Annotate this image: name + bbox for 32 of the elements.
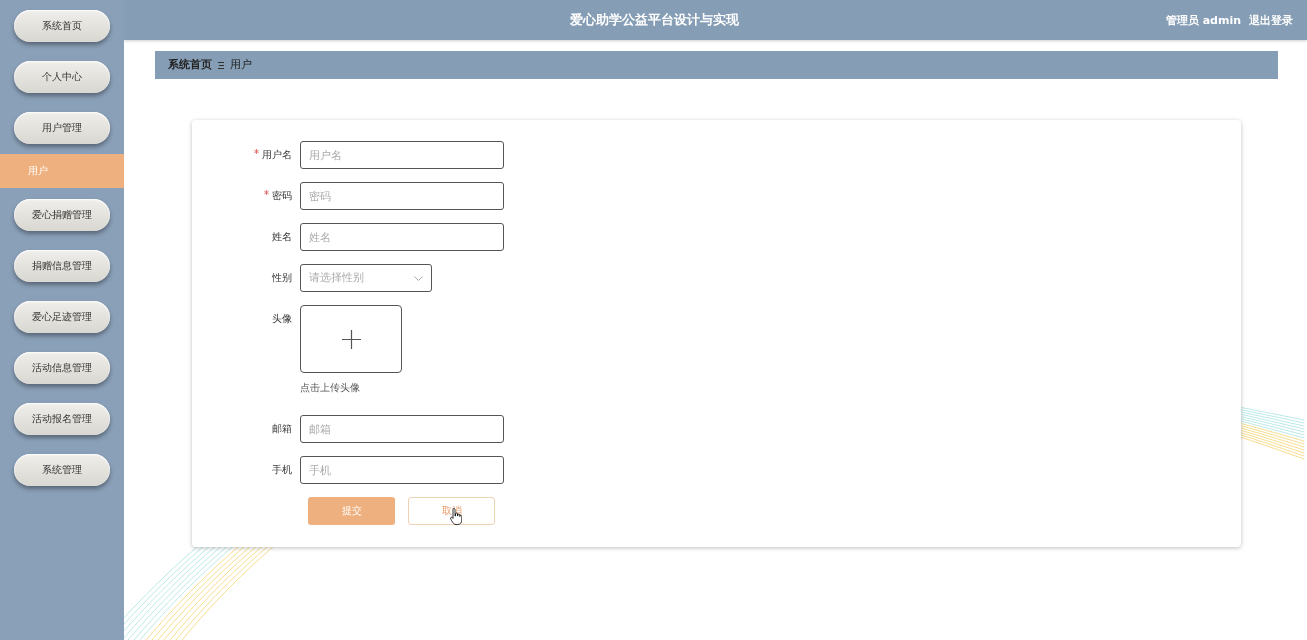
plus-icon [341,329,361,349]
menu-button[interactable]: 系统首页 [14,10,110,42]
menu-button[interactable]: 用户管理 [14,112,110,144]
menu-button[interactable]: 系统管理 [14,454,110,486]
field-label: 手机 [271,463,293,477]
input-field[interactable]: 密码 [300,182,504,210]
app-title: 爱心助学公益平台设计与实现 [569,11,741,29]
input-field[interactable]: 姓名 [300,223,504,251]
field-label: 性别 [271,271,293,285]
menu-button[interactable]: 活动信息管理 [14,352,110,384]
field-label: 姓名 [271,230,293,244]
upload-hint: 点击上传头像 [300,381,361,395]
upload-box[interactable] [300,305,402,373]
field-label: 邮箱 [271,422,293,436]
field-label: 头像 [271,312,293,326]
input-field[interactable]: 邮箱 [300,415,504,443]
breadcrumb-item: 用户 [230,58,252,72]
menu-button[interactable]: 捐赠信息管理 [14,250,110,282]
chevron-down-icon [414,275,423,281]
menu-button[interactable]: 个人中心 [14,61,110,93]
required-icon [264,190,269,195]
separator-icon [218,61,224,69]
breadcrumb-item[interactable]: 系统首页 [168,58,212,72]
field-label: 密码 [192,182,300,210]
menu-button[interactable]: 爱心足迹管理 [14,301,110,333]
menu-button[interactable]: 活动报名管理 [14,403,110,435]
input-field[interactable]: 用户名 [300,141,504,169]
user-label: 管理员 admin [1165,12,1241,28]
input-field[interactable]: 手机 [300,456,504,484]
field-label: 用户名 [192,141,300,169]
required-icon [254,149,259,154]
menu-button[interactable]: 爱心捐赠管理 [14,199,110,231]
